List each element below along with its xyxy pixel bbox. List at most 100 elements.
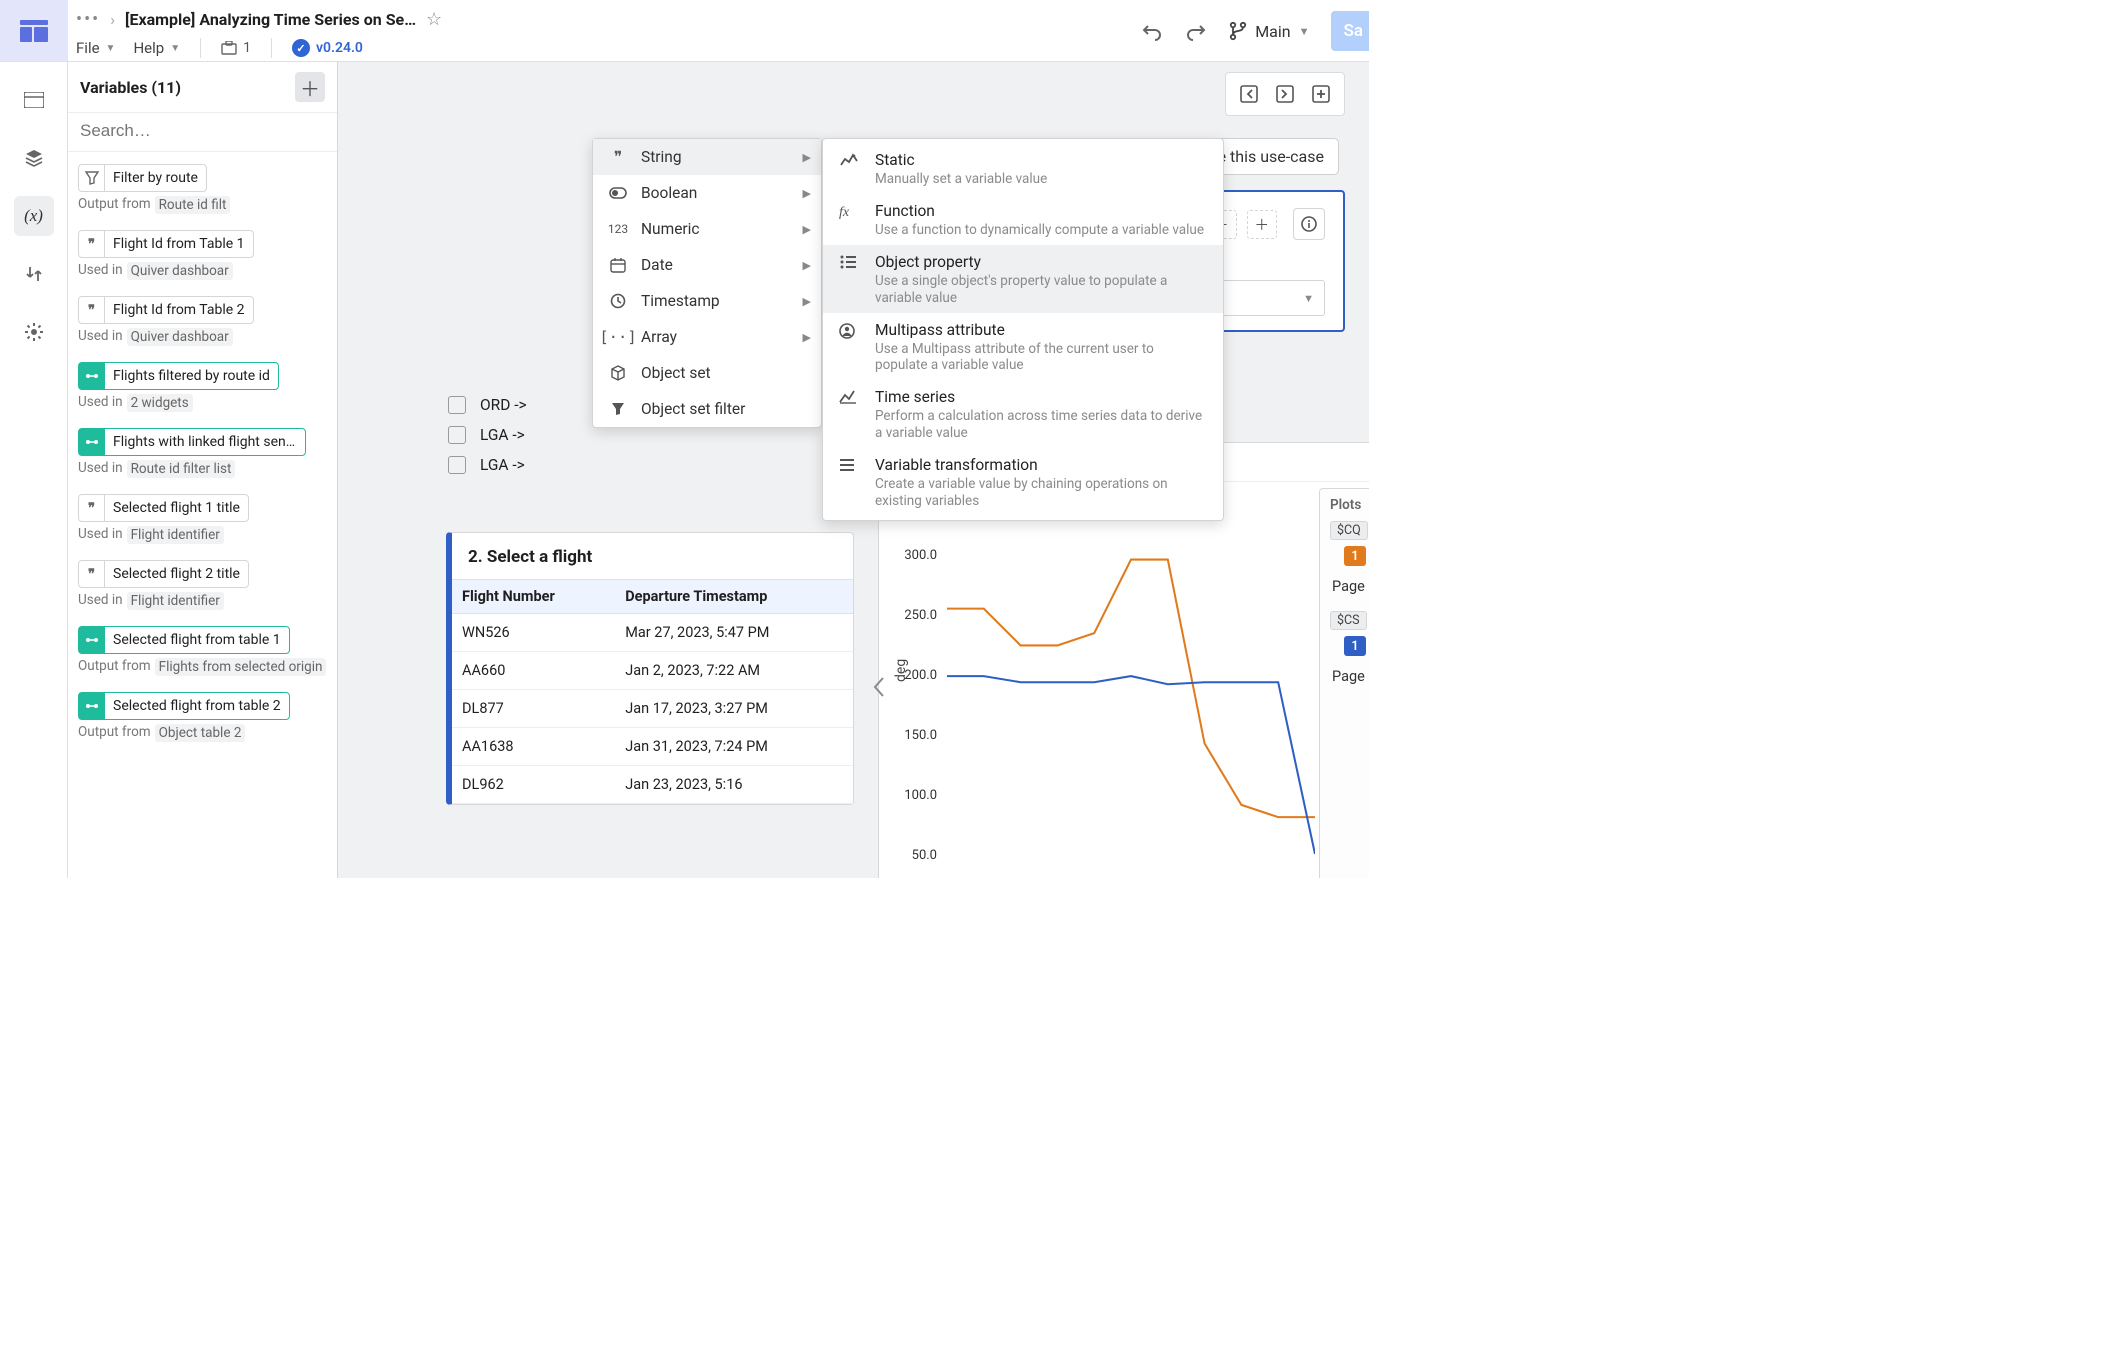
top-bar: ••• › [Example] Analyzing Time Series on… [68, 0, 1369, 62]
var-meta-link[interactable]: Route id filter list [127, 460, 236, 478]
route-row[interactable]: LGA -> [448, 450, 758, 480]
bool-icon [607, 187, 629, 199]
checkbox[interactable] [448, 456, 466, 474]
variable-item[interactable]: Selected flight from table 1 Output from… [68, 620, 337, 686]
menu-item-object-set[interactable]: Object set [593, 355, 821, 391]
chevron-right-icon: ▶ [803, 223, 811, 236]
page-title[interactable]: [Example] Analyzing Time Series on Se… [125, 10, 416, 29]
menu-item-function[interactable]: fx FunctionUse a function to dynamically… [823, 194, 1223, 245]
canvas[interactable]: i How to navigate this use-case ensor da… [338, 62, 1369, 878]
chart-icon [839, 388, 861, 442]
col-flight-number[interactable]: Flight Number [452, 580, 615, 614]
checkbox[interactable] [448, 426, 466, 444]
variable-item[interactable]: ❞Selected flight 2 title Used in Flight … [68, 554, 337, 620]
plot-series-row[interactable]: 1 Heading senso…national [1330, 636, 1369, 656]
variable-item[interactable]: Filter by route Output from Route id fil… [68, 158, 337, 224]
menu-item-time-series[interactable]: Time seriesPerform a calculation across … [823, 380, 1223, 448]
variable-item[interactable]: Selected flight from table 2 Output from… [68, 686, 337, 752]
menu-item-variable-transformation[interactable]: Variable transformationCreate a variable… [823, 448, 1223, 516]
menu-item-numeric[interactable]: 123 Numeric ▶ [593, 211, 821, 247]
var-label: Filter by route [105, 166, 206, 190]
branch-selector[interactable]: Main ▼ [1229, 21, 1309, 41]
variable-item[interactable]: ❞Flight Id from Table 2 Used in Quiver d… [68, 290, 337, 356]
table-row[interactable]: AA660Jan 2, 2023, 7:22 AM [452, 652, 853, 690]
var-meta-link[interactable]: Flight identifier [127, 526, 224, 544]
series-pager: Page 1 Previous Next [1330, 572, 1369, 605]
var-label: Selected flight 1 title [105, 496, 248, 520]
variable-source-menu[interactable]: StaticManually set a variable value fx F… [822, 138, 1224, 521]
menu-item-multipass-attribute[interactable]: Multipass attributeUse a Multipass attri… [823, 313, 1223, 381]
table-row[interactable]: AA1638Jan 31, 2023, 7:24 PM [452, 728, 853, 766]
var-type-icon [79, 693, 105, 719]
menu-item-object-property[interactable]: Object propertyUse a single object's pro… [823, 245, 1223, 313]
var-meta-link[interactable]: 2 widgets [127, 394, 193, 412]
file-menu[interactable]: File▼ [76, 39, 115, 57]
menu-item-boolean[interactable]: Boolean ▶ [593, 175, 821, 211]
scroll-left-icon[interactable] [872, 676, 886, 698]
var-meta-link[interactable]: Route id filt [155, 196, 231, 214]
menu-item-array[interactable]: [··] Array ▶ [593, 319, 821, 355]
divider [200, 38, 201, 58]
menu-item-date[interactable]: Date ▶ [593, 247, 821, 283]
plots-label: Plots [1330, 497, 1369, 513]
check-icon: ✓ [292, 39, 310, 57]
col-departure[interactable]: Departure Timestamp [615, 580, 853, 614]
version-badge[interactable]: ✓ v0.24.0 [292, 39, 363, 57]
table-row[interactable]: DL877Jan 17, 2023, 3:27 PM [452, 690, 853, 728]
chevron-down-icon: ▼ [1299, 25, 1310, 38]
variables-panel: Variables (11) ＋ Filter by route Output … [68, 62, 338, 878]
breadcrumb-more-icon[interactable]: ••• [76, 9, 100, 30]
insert-right-icon[interactable] [1276, 85, 1294, 103]
variable-item[interactable]: ❞Flight Id from Table 1 Used in Quiver d… [68, 224, 337, 290]
series-index-badge: 1 [1344, 636, 1366, 656]
menu-item-string[interactable]: ❞ String ▶ [593, 139, 821, 175]
favorite-icon[interactable]: ☆ [426, 9, 442, 30]
info-icon[interactable] [1293, 208, 1325, 240]
menu-item-timestamp[interactable]: Timestamp ▶ [593, 283, 821, 319]
var-meta-link[interactable]: Quiver dashboar [127, 262, 233, 280]
add-panel-icon[interactable] [1312, 85, 1330, 103]
plot-group-header[interactable]: $CQ Relative time series [1330, 521, 1369, 540]
add-chip-button[interactable]: ＋ [1247, 210, 1278, 239]
active-users[interactable]: 1 [221, 40, 251, 56]
variable-item[interactable]: Flights with linked flight sens… Used in… [68, 422, 337, 488]
undo-icon[interactable] [1141, 20, 1163, 42]
var-meta-link[interactable]: Flights from selected origin [155, 658, 327, 676]
table-row[interactable]: WN526Mar 27, 2023, 5:47 PM [452, 614, 853, 652]
variables-icon[interactable]: (x) [14, 196, 54, 236]
chart-plots-panel[interactable]: Plots $CQ Relative time series 1 Heading… [1319, 488, 1369, 878]
checkbox[interactable] [448, 396, 466, 414]
variables-list[interactable]: Filter by route Output from Route id fil… [68, 152, 337, 878]
menu-item-object-set-filter[interactable]: Object set filter [593, 391, 821, 427]
io-icon[interactable] [14, 254, 54, 294]
variable-item[interactable]: Flights filtered by route id Used in 2 w… [68, 356, 337, 422]
var-meta-link[interactable]: Quiver dashboar [127, 328, 233, 346]
redo-icon[interactable] [1185, 20, 1207, 42]
save-button[interactable]: Sa [1331, 11, 1369, 51]
var-type-icon: ❞ [79, 231, 105, 257]
plot-series-row[interactable]: 1 Heading senso…national [1330, 546, 1369, 566]
var-meta-link[interactable]: Object table 2 [155, 724, 246, 742]
menu-item-static[interactable]: StaticManually set a variable value [823, 143, 1223, 194]
flights-table[interactable]: Flight Number Departure Timestamp WN526M… [452, 579, 853, 804]
insert-left-icon[interactable] [1240, 85, 1258, 103]
num-icon: 123 [607, 222, 629, 236]
series-pager: Page 1 Previous Next [1330, 662, 1369, 695]
array-icon: [··] [607, 328, 629, 346]
series-tag: $CS [1330, 611, 1367, 630]
var-meta-link[interactable]: Flight identifier [127, 592, 224, 610]
panel-icon[interactable] [14, 80, 54, 120]
variable-type-menu[interactable]: ❞ String ▶ Boolean ▶ 123 Numeric ▶ Date … [592, 138, 822, 428]
add-variable-button[interactable]: ＋ [295, 72, 325, 102]
variable-item[interactable]: ❞Selected flight 1 title Used in Flight … [68, 488, 337, 554]
search-input[interactable] [80, 121, 325, 141]
app-logo[interactable] [0, 0, 68, 62]
spark-icon [839, 151, 861, 188]
table-row[interactable]: DL962Jan 23, 2023, 5:16 [452, 766, 853, 804]
plot-group-header[interactable]: $CS Relative time series [1330, 611, 1369, 630]
settings-icon[interactable] [14, 312, 54, 352]
chart-plot-area[interactable]: deg 50.0100.0150.0200.0250.0300.0350.0 [879, 482, 1319, 878]
help-menu[interactable]: Help▼ [133, 39, 180, 57]
layers-icon[interactable] [14, 138, 54, 178]
select-flight-card[interactable]: 2. Select a flight Flight Number Departu… [446, 532, 854, 805]
